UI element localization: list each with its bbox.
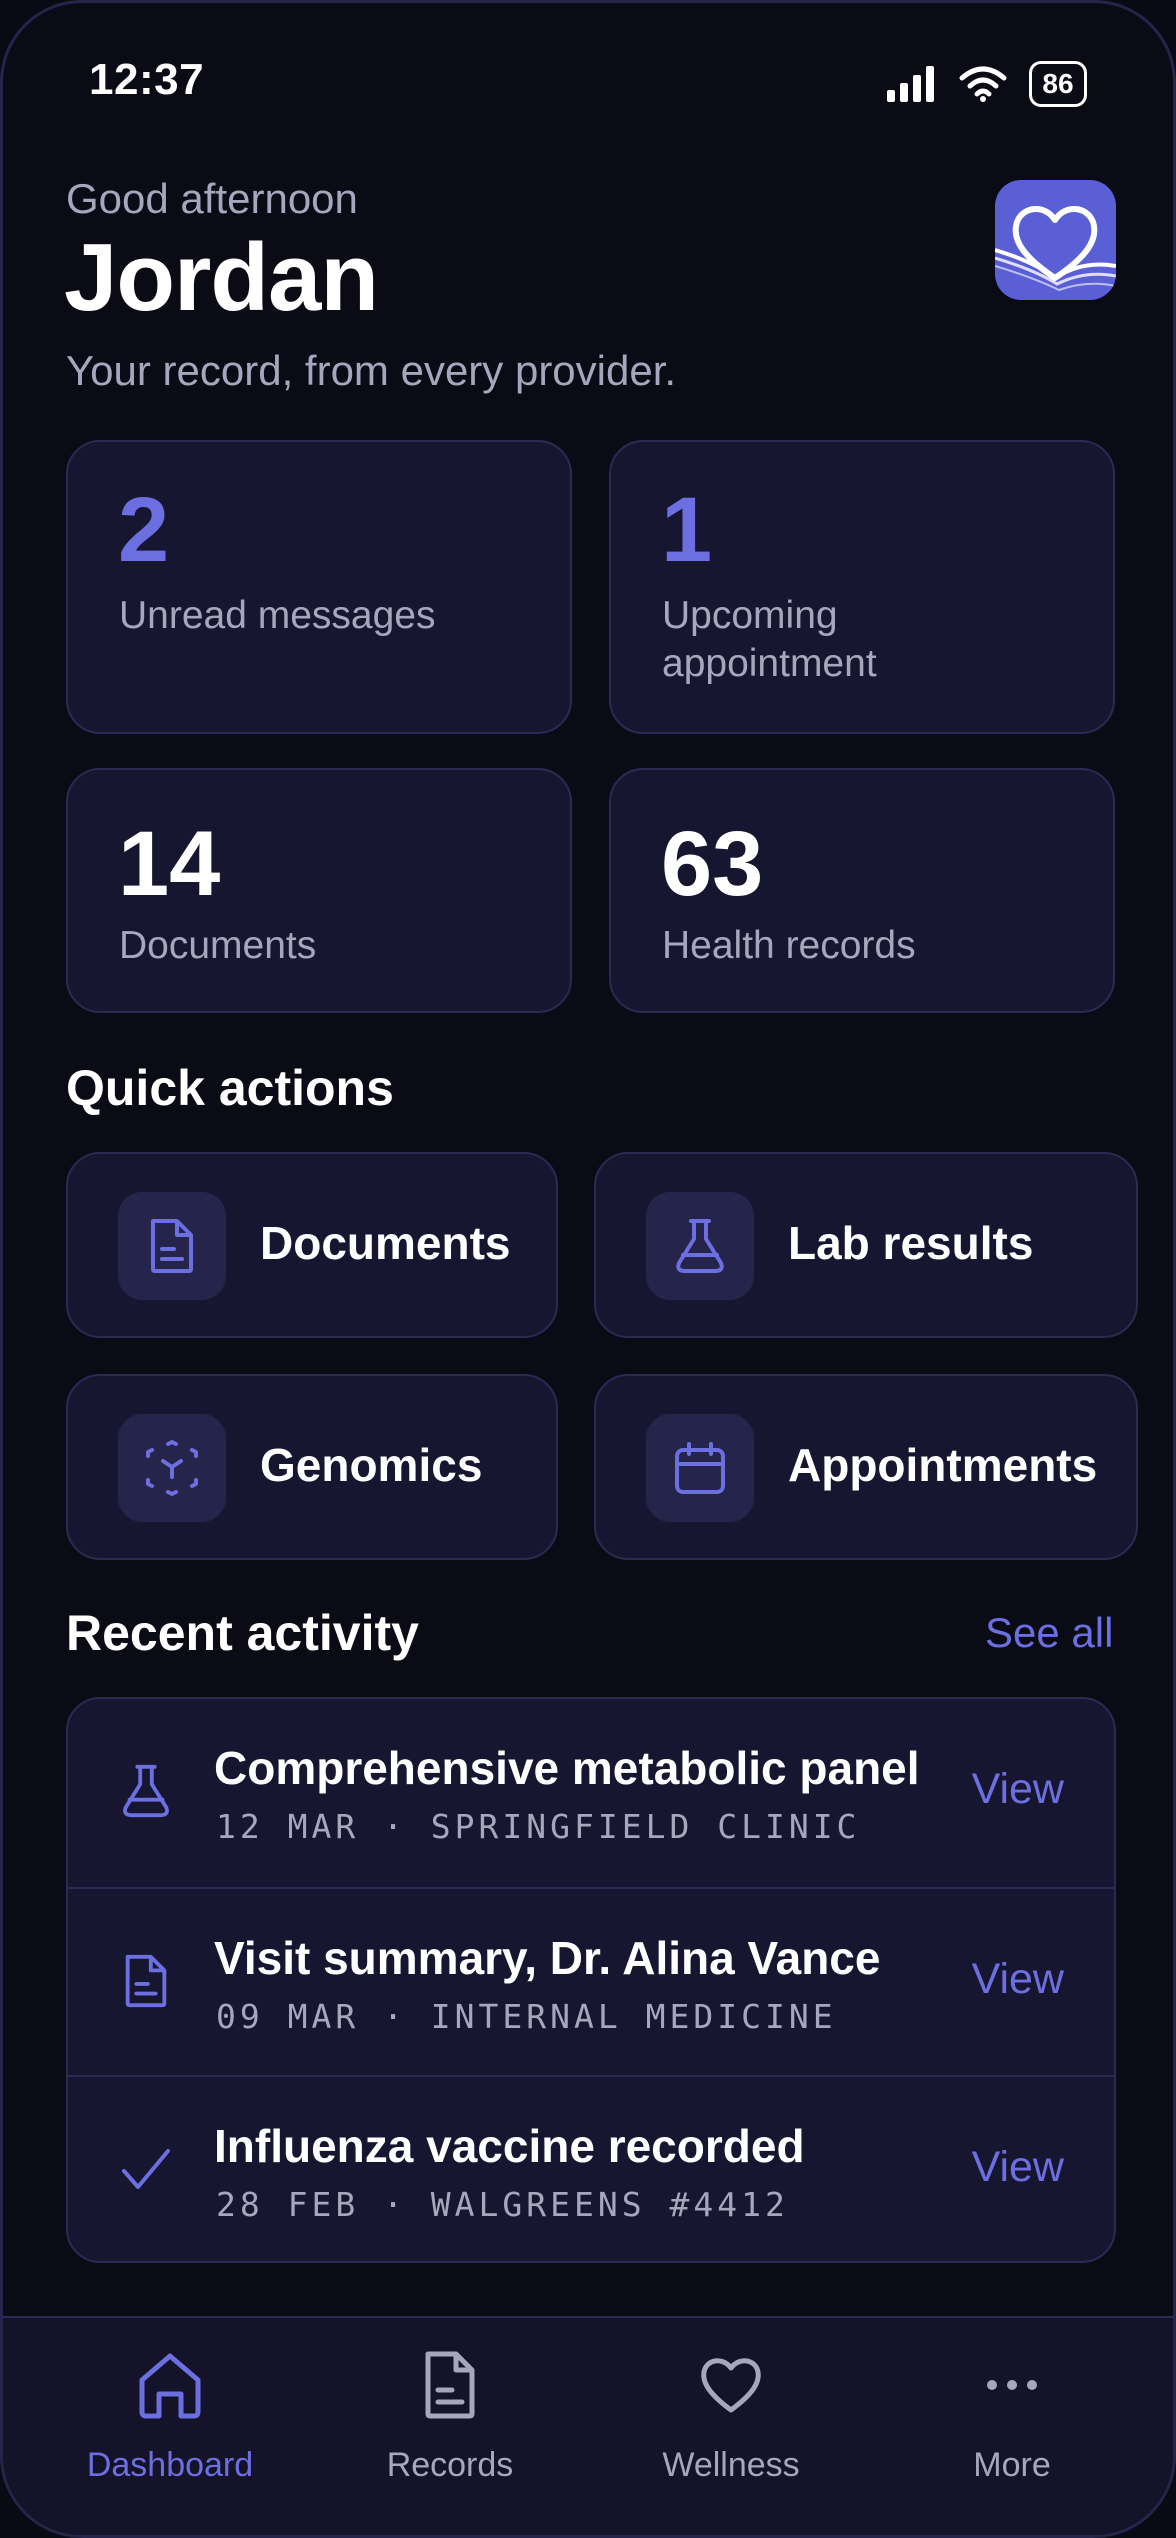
activity-title: Visit summary, Dr. Alina Vance	[214, 1932, 881, 1984]
nav-item-more[interactable]: More	[892, 2350, 1132, 2485]
document-icon	[425, 2351, 475, 2419]
battery-indicator: 86	[1029, 61, 1087, 107]
stat-label: Documents	[119, 924, 317, 967]
calendar-icon	[675, 1442, 725, 1494]
activity-title: Influenza vaccine recorded	[214, 2120, 805, 2172]
heart-icon	[701, 2358, 761, 2413]
stat-value: 1	[661, 479, 713, 581]
quick-action-appointments[interactable]: Appointments	[594, 1374, 1138, 1560]
greeting: Good afternoon	[66, 175, 358, 222]
quick-action-label: Appointments	[788, 1439, 1098, 1491]
see-all-link[interactable]: See all	[985, 1609, 1113, 1657]
nav-label: Dashboard	[86, 2446, 254, 2484]
status-icons: 86	[887, 61, 1087, 107]
signal-icon	[887, 66, 934, 102]
stat-label: Upcoming appointment	[662, 594, 877, 685]
stat-upcoming-appointment[interactable]: 1 Upcoming appointment	[609, 440, 1115, 734]
genomics-icon	[146, 1440, 198, 1496]
stat-health-records[interactable]: 63 Health records	[609, 768, 1115, 1013]
stat-documents[interactable]: 14 Documents	[66, 768, 572, 1013]
quick-actions-title: Quick actions	[66, 1060, 394, 1116]
flask-icon	[676, 1219, 724, 1273]
quick-action-label: Lab results	[788, 1217, 1034, 1269]
quick-action-icon-box	[646, 1192, 754, 1300]
quick-action-label: Documents	[260, 1217, 511, 1269]
recent-activity-list: Comprehensive metabolic panel 12 MAR · S…	[66, 1697, 1116, 2263]
activity-row[interactable]: Comprehensive metabolic panel 12 MAR · S…	[68, 1699, 1114, 1887]
nav-label: Wellness	[662, 2446, 800, 2484]
view-button[interactable]: View	[972, 1955, 1064, 2004]
nav-item-records[interactable]: Records	[330, 2350, 570, 2485]
activity-row[interactable]: Visit summary, Dr. Alina Vance 09 MAR · …	[68, 1887, 1114, 2075]
app-logo[interactable]	[995, 180, 1116, 300]
activity-meta: 09 MAR · INTERNAL MEDICINE	[216, 1997, 837, 2036]
bottom-nav: Dashboard Records Wellness More	[3, 2316, 1173, 2535]
header-subtitle: Your record, from every provider.	[66, 347, 677, 394]
nav-item-wellness[interactable]: Wellness	[611, 2350, 851, 2485]
nav-item-dashboard[interactable]: Dashboard	[50, 2350, 290, 2485]
quick-action-label: Genomics	[260, 1439, 483, 1491]
quick-action-icon-box	[118, 1414, 226, 1522]
activity-meta: 28 FEB · WALGREENS #4412	[216, 2185, 789, 2224]
status-bar: 12:37 86	[3, 3, 1173, 163]
quick-action-icon-box	[646, 1414, 754, 1522]
activity-title: Comprehensive metabolic panel	[214, 1742, 920, 1794]
document-icon	[151, 1219, 193, 1273]
status-time: 12:37	[89, 55, 205, 104]
stat-label: Unread messages	[119, 594, 436, 637]
quick-action-icon-box	[118, 1192, 226, 1300]
stat-label: Health records	[662, 924, 916, 967]
heart-logo-icon	[995, 206, 1116, 292]
quick-action-lab-results[interactable]: Lab results	[594, 1152, 1138, 1338]
stat-value: 14	[118, 813, 221, 915]
recent-activity-title: Recent activity	[66, 1605, 419, 1661]
view-button[interactable]: View	[972, 1765, 1064, 1814]
home-icon	[139, 2353, 201, 2419]
quick-action-documents[interactable]: Documents	[66, 1152, 558, 1338]
view-button[interactable]: View	[972, 2143, 1064, 2192]
stat-value: 63	[661, 813, 764, 915]
stat-unread-messages[interactable]: 2 Unread messages	[66, 440, 572, 734]
nav-label: Records	[386, 2446, 514, 2484]
phone-screen: 12:37 86 Good afternoon Jordan Your reco…	[0, 0, 1176, 2538]
activity-meta: 12 MAR · SPRINGFIELD CLINIC	[216, 1807, 861, 1846]
flask-icon	[123, 1764, 169, 1818]
wifi-icon	[959, 66, 1007, 102]
check-icon	[122, 2149, 170, 2189]
more-icon	[987, 2380, 1037, 2390]
document-icon	[125, 1954, 167, 2008]
user-name: Jordan	[64, 224, 379, 331]
quick-action-genomics[interactable]: Genomics	[66, 1374, 558, 1560]
nav-label: More	[973, 2446, 1051, 2484]
activity-row[interactable]: Influenza vaccine recorded 28 FEB · WALG…	[68, 2075, 1114, 2261]
stat-value: 2	[118, 479, 170, 581]
